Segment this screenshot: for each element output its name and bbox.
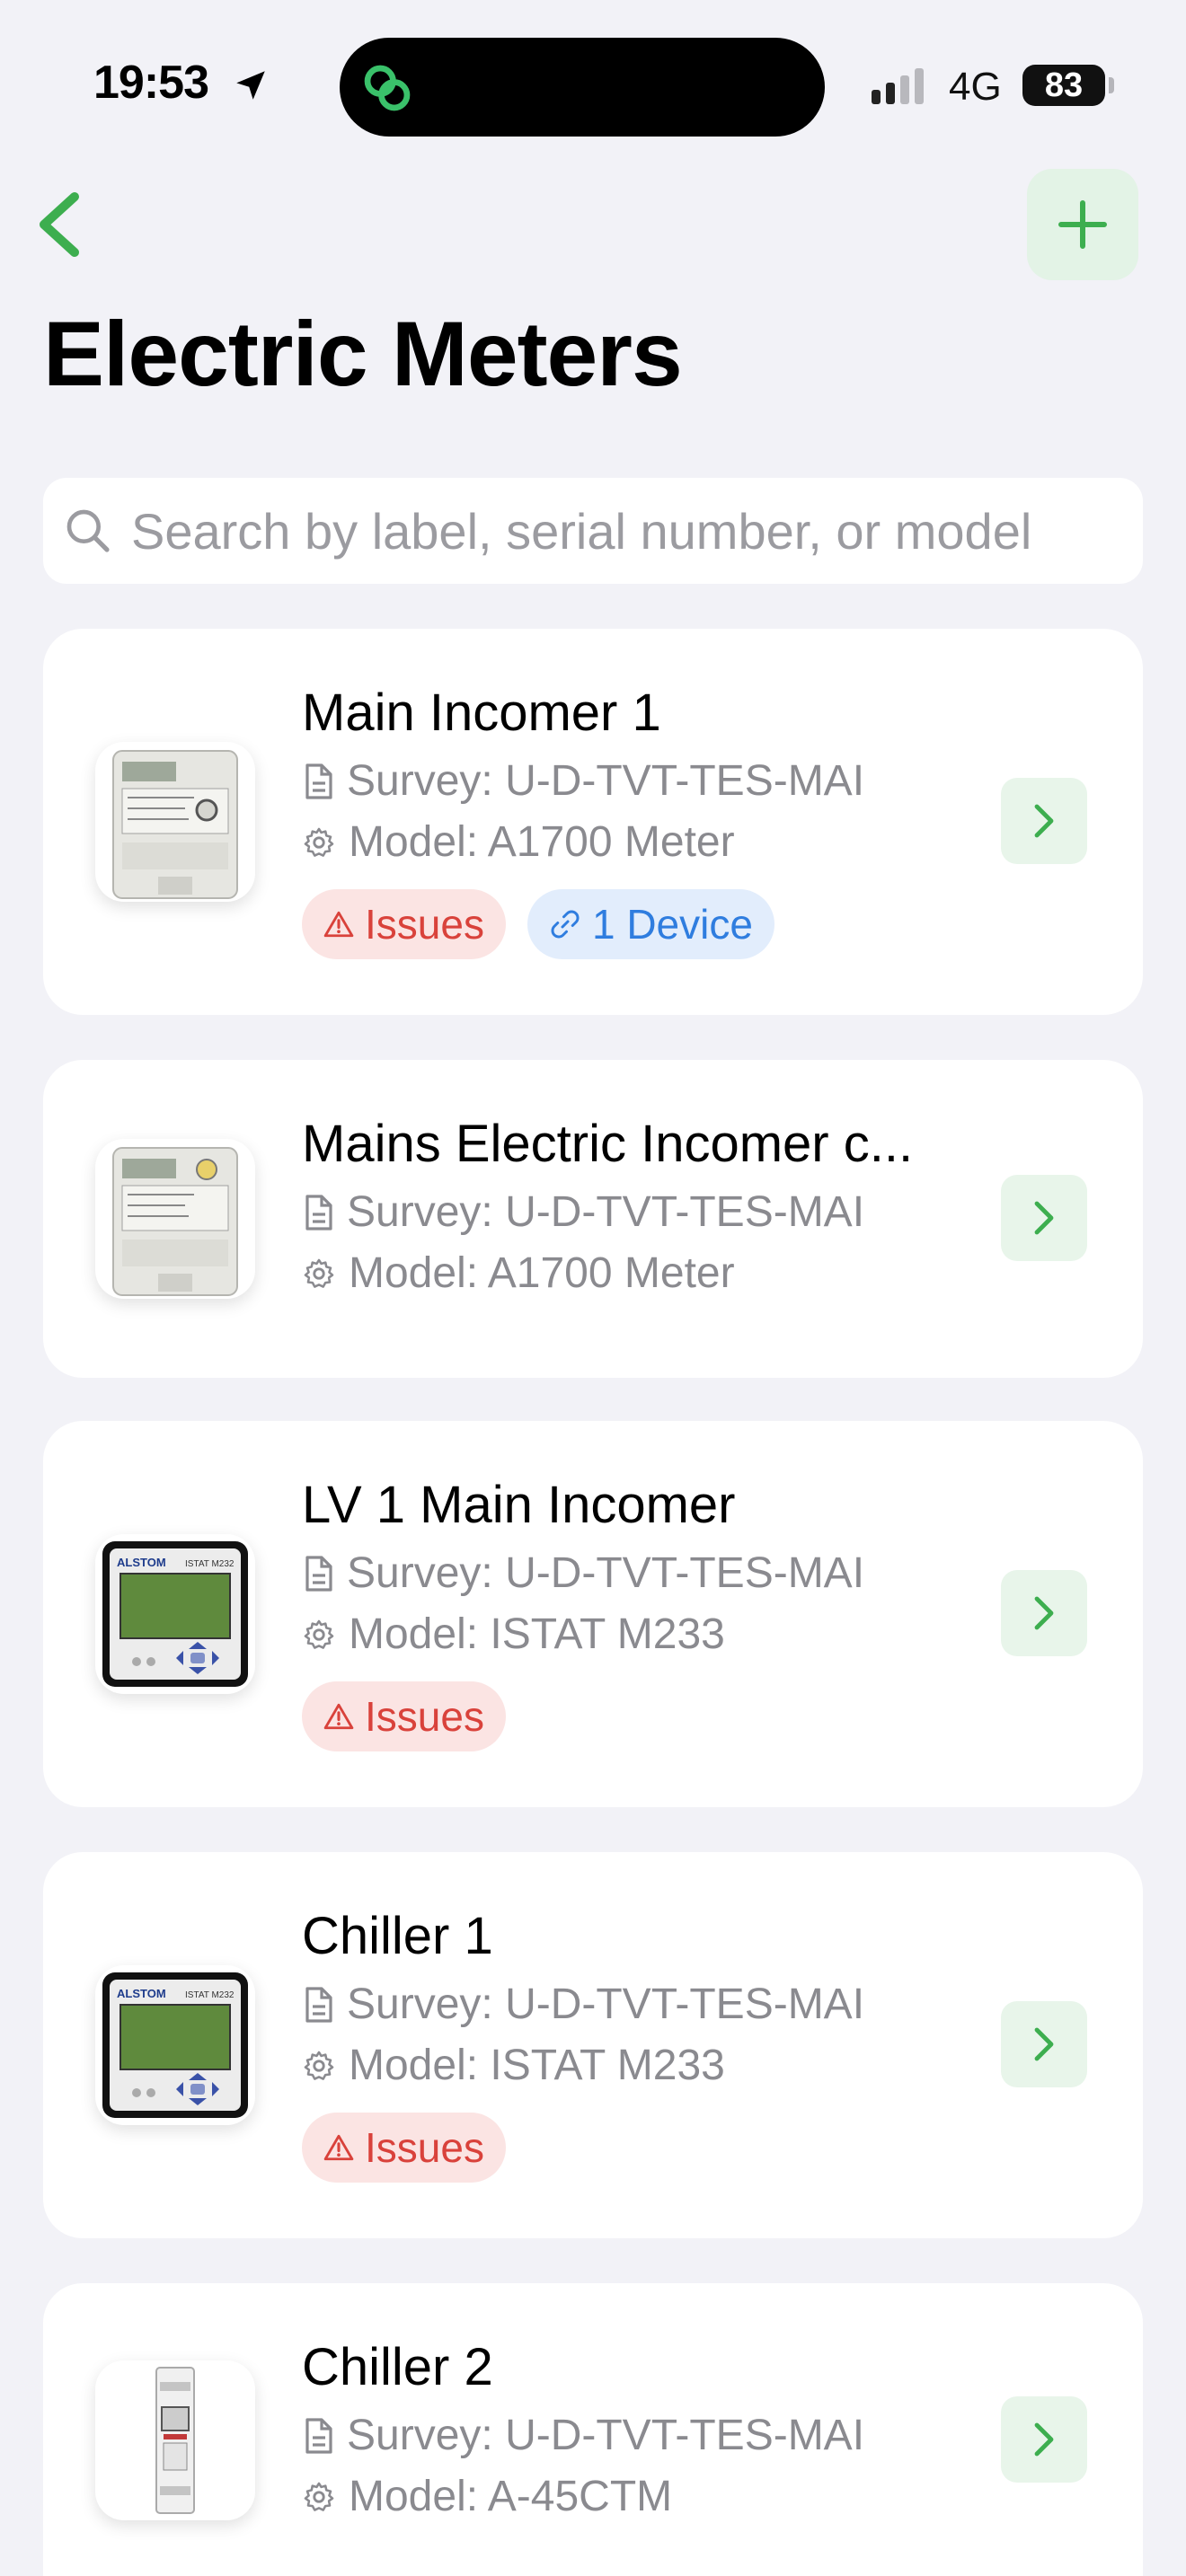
document-icon — [305, 1555, 332, 1592]
survey-text: Survey: U-D-TVT-TES-MAI — [347, 757, 865, 805]
search-bar[interactable] — [43, 478, 1143, 584]
meter-title: Chiller 1 — [302, 1907, 493, 1965]
survey-line: Survey: U-D-TVT-TES-MAI — [302, 1187, 864, 1237]
chevron-right-icon — [1034, 1201, 1054, 1235]
meter-thumbnail: ALSTOM ISTAT M232 — [95, 1965, 255, 2125]
chevron-right-icon — [1034, 2027, 1054, 2061]
open-meter-button[interactable] — [1001, 2001, 1087, 2087]
meter-thumbnail — [95, 1139, 255, 1299]
search-input[interactable] — [131, 501, 1120, 560]
model-text: Model: A1700 Meter — [349, 818, 735, 866]
gear-icon — [304, 1619, 334, 1649]
meter-card[interactable]: Main Incomer 1 Survey: U-D-TVT-TES-MAI M… — [43, 629, 1143, 1015]
warning-icon — [323, 911, 354, 938]
warning-icon — [323, 1703, 354, 1730]
document-icon — [305, 2417, 332, 2454]
issues-label: Issues — [365, 2124, 484, 2171]
issues-badge[interactable]: Issues — [302, 2113, 506, 2183]
status-bar: 19:53 4G 83 — [0, 0, 1186, 137]
survey-line: Survey: U-D-TVT-TES-MAI — [302, 1980, 864, 2029]
model-text: Model: ISTAT M233 — [349, 2042, 725, 2089]
model-text: Model: ISTAT M233 — [349, 1610, 725, 1658]
issues-badge[interactable]: Issues — [302, 1681, 506, 1751]
meter-card[interactable]: Mains Electric Incomer c... Survey: U-D-… — [43, 1060, 1143, 1378]
battery-level: 83 — [1044, 66, 1084, 104]
meter-card[interactable]: ALSTOM ISTAT M232 Chiller 1 Survey: U-D-… — [43, 1852, 1143, 2238]
survey-line: Survey: U-D-TVT-TES-MAI — [302, 2411, 864, 2460]
location-arrow-icon — [236, 71, 265, 100]
survey-line: Survey: U-D-TVT-TES-MAI — [302, 756, 864, 806]
meter-model-label: ISTAT M232 — [185, 1559, 235, 1569]
link-rings-icon — [364, 65, 411, 111]
plus-icon — [1058, 200, 1107, 249]
istat-meter-image: ALSTOM ISTAT M232 — [102, 1541, 248, 1687]
istat-meter-image: ALSTOM ISTAT M232 — [102, 1972, 248, 2118]
gear-icon — [304, 827, 334, 857]
badge-row: Issues — [302, 1681, 506, 1751]
document-icon — [305, 1194, 332, 1231]
add-meter-button[interactable] — [1027, 169, 1138, 280]
document-icon — [305, 1986, 332, 2023]
model-line: Model: ISTAT M233 — [302, 1610, 725, 1659]
gear-icon — [304, 1258, 334, 1288]
open-meter-button[interactable] — [1001, 2396, 1087, 2483]
issues-badge[interactable]: Issues — [302, 889, 506, 959]
meter-title: LV 1 Main Incomer — [302, 1476, 736, 1534]
survey-line: Survey: U-D-TVT-TES-MAI — [302, 1548, 864, 1598]
issues-label: Issues — [365, 1693, 484, 1740]
device-badge[interactable]: 1 Device — [527, 889, 774, 959]
meter-thumbnail — [95, 2360, 255, 2520]
din-rail-meter-image — [155, 2367, 195, 2514]
gear-icon — [304, 2482, 334, 2511]
search-icon — [66, 509, 110, 552]
gear-icon — [304, 2051, 334, 2080]
battery-tip — [1109, 77, 1114, 93]
network-type: 4G — [949, 65, 1002, 109]
a1700-meter-image — [112, 750, 238, 899]
document-icon — [305, 763, 332, 799]
survey-text: Survey: U-D-TVT-TES-MAI — [347, 2412, 865, 2459]
back-button[interactable] — [27, 189, 90, 260]
meter-model-label: ISTAT M232 — [185, 1990, 235, 2000]
a1700-meter-image — [112, 1147, 238, 1296]
dynamic-island — [340, 38, 825, 137]
cellular-signal-icon — [872, 66, 924, 104]
open-meter-button[interactable] — [1001, 1175, 1087, 1261]
meter-thumbnail — [95, 742, 255, 902]
model-line: Model: A1700 Meter — [302, 817, 735, 867]
chevron-left-icon — [40, 192, 79, 257]
badge-row: Issues 1 Device — [302, 889, 774, 959]
badge-row: Issues — [302, 2113, 506, 2183]
chevron-right-icon — [1034, 804, 1054, 838]
open-meter-button[interactable] — [1001, 1570, 1087, 1656]
model-line: Model: A-45CTM — [302, 2472, 672, 2521]
meter-title: Chiller 2 — [302, 2338, 493, 2396]
issues-label: Issues — [365, 901, 484, 948]
survey-text: Survey: U-D-TVT-TES-MAI — [347, 1188, 865, 1236]
link-icon — [551, 910, 580, 939]
meter-card[interactable]: Chiller 2 Survey: U-D-TVT-TES-MAI Model:… — [43, 2283, 1143, 2576]
meter-card[interactable]: ALSTOM ISTAT M232 LV 1 Main Incomer Surv… — [43, 1421, 1143, 1807]
open-meter-button[interactable] — [1001, 778, 1087, 864]
survey-text: Survey: U-D-TVT-TES-MAI — [347, 1549, 865, 1597]
warning-icon — [323, 2134, 354, 2161]
survey-text: Survey: U-D-TVT-TES-MAI — [347, 1981, 865, 2028]
chevron-right-icon — [1034, 2422, 1054, 2457]
meter-thumbnail: ALSTOM ISTAT M232 — [95, 1534, 255, 1694]
device-count: 1 Device — [591, 901, 753, 948]
meter-title: Mains Electric Incomer c... — [302, 1115, 914, 1173]
chevron-right-icon — [1034, 1596, 1054, 1630]
model-line: Model: A1700 Meter — [302, 1248, 735, 1298]
page-title: Electric Meters — [43, 303, 683, 405]
model-text: Model: A1700 Meter — [349, 1249, 735, 1297]
meter-brand: ALSTOM — [117, 1556, 166, 1569]
model-line: Model: ISTAT M233 — [302, 2041, 725, 2090]
battery-icon: 83 — [1022, 65, 1105, 106]
meter-title: Main Incomer 1 — [302, 684, 661, 742]
model-text: Model: A-45CTM — [349, 2473, 673, 2520]
meter-brand: ALSTOM — [117, 1987, 166, 2000]
status-time: 19:53 — [93, 57, 209, 109]
